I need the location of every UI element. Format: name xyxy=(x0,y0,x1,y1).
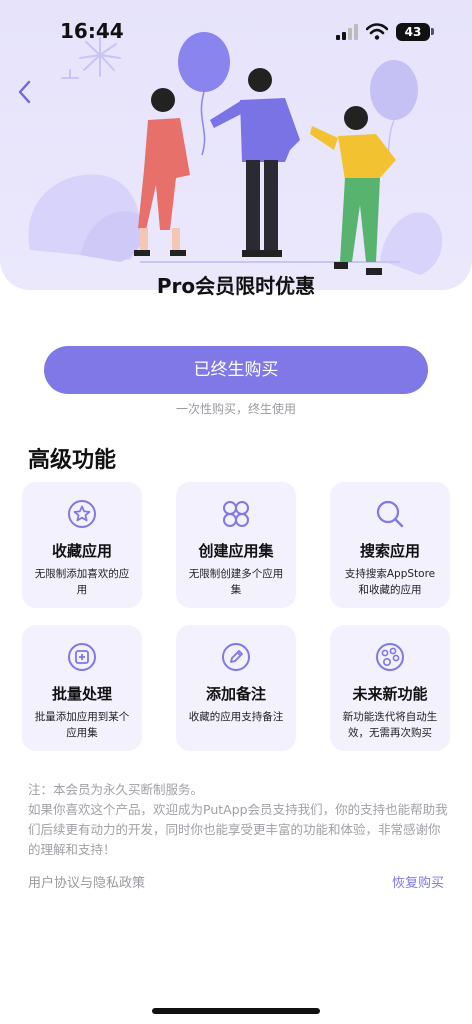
feature-card-collections: 创建应用集 无限制创建多个应用集 xyxy=(176,482,296,608)
feature-card-batch: 批量处理 批量添加应用到某个应用集 xyxy=(22,625,142,751)
battery-indicator: 43 xyxy=(396,23,430,41)
feature-card-favorites: 收藏应用 无限制添加喜欢的应用 xyxy=(22,482,142,608)
feature-title: 创建应用集 xyxy=(198,542,274,560)
star-circle-icon xyxy=(68,500,96,528)
lifetime-purchased-button[interactable]: 已终生购买 xyxy=(44,346,428,394)
feature-card-notes: 添加备注 收藏的应用支持备注 xyxy=(176,625,296,751)
palette-icon xyxy=(376,643,404,671)
home-indicator xyxy=(152,1008,320,1014)
grid-circles-icon xyxy=(223,501,249,527)
privacy-policy-link[interactable]: 用户协议与隐私政策 xyxy=(28,872,145,891)
back-chevron-icon[interactable] xyxy=(14,78,36,106)
feature-description: 收藏的应用支持备注 xyxy=(188,711,284,723)
purchase-subtitle: 一次性购买，终生使用 xyxy=(175,402,296,416)
search-icon xyxy=(376,500,404,528)
cellular-signal-icon xyxy=(336,24,358,40)
feature-description: 支持搜索AppStore和收藏的应用 xyxy=(344,568,436,596)
feature-description: 无限制创建多个应用集 xyxy=(188,568,284,596)
feature-title: 未来新功能 xyxy=(352,685,428,703)
feature-description: 批量添加应用到某个应用集 xyxy=(34,711,130,739)
wifi-icon xyxy=(366,23,388,40)
status-time: 16:44 xyxy=(60,19,124,43)
hero-banner: 16:44 43 xyxy=(0,0,472,290)
feature-title: 批量处理 xyxy=(51,685,112,703)
promo-title: Pro会员限时优惠 xyxy=(156,274,316,298)
status-bar: 16:44 43 xyxy=(0,0,472,60)
feature-title: 收藏应用 xyxy=(51,542,112,560)
feature-card-search: 搜索应用 支持搜索AppStore和收藏的应用 xyxy=(330,482,450,608)
pencil-icon xyxy=(222,643,250,671)
feature-description: 新功能迭代将自动生效，无需再次购买 xyxy=(342,711,438,739)
feature-title: 搜索应用 xyxy=(359,542,420,560)
batch-add-icon xyxy=(68,643,96,671)
feature-card-future: 未来新功能 新功能迭代将自动生效，无需再次购买 xyxy=(330,625,450,751)
feature-title: 添加备注 xyxy=(205,685,266,703)
features-heading: 高级功能 xyxy=(28,448,117,473)
battery-tip xyxy=(431,28,434,35)
restore-purchase-link[interactable]: 恢复购买 xyxy=(392,872,444,891)
feature-description: 无限制添加喜欢的应用 xyxy=(34,568,130,596)
membership-note: 注：本会员为永久买断制服务。 如果你喜欢这个产品，欢迎成为PutApp会员支持我… xyxy=(28,782,448,857)
